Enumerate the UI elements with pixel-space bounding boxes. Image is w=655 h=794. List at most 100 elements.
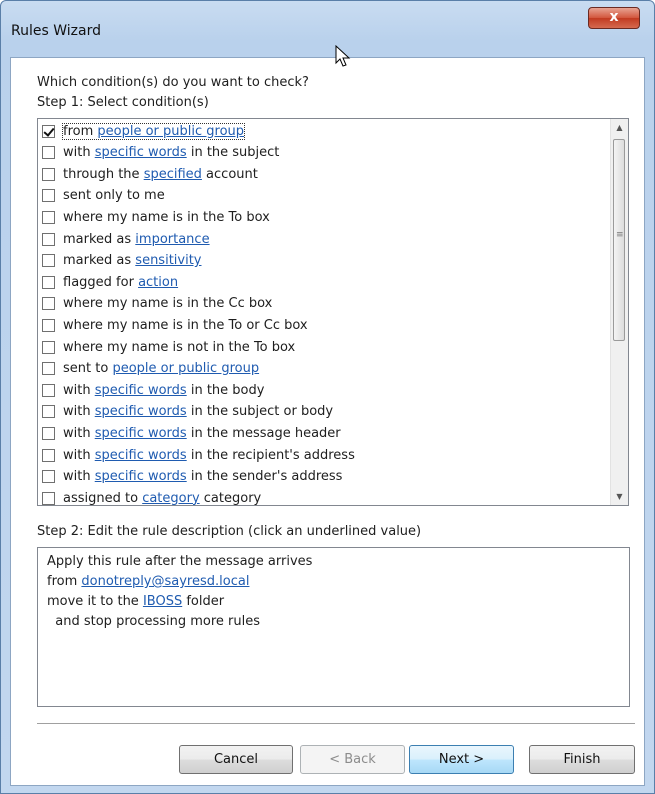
checkbox[interactable]: [42, 167, 55, 181]
finish-button[interactable]: Finish: [529, 745, 635, 774]
conditions-scrollbar[interactable]: ▲ ≡ ▼: [610, 119, 628, 505]
text-fragment: from: [63, 123, 98, 139]
description-line: move it to the IBOSS folder: [47, 592, 620, 612]
value-link[interactable]: people or public group: [97, 124, 244, 139]
text-fragment: with: [63, 447, 95, 463]
checkbox[interactable]: [42, 448, 55, 462]
checkbox[interactable]: [42, 340, 55, 354]
condition-item[interactable]: where my name is in the To box: [42, 207, 270, 227]
scrollbar-thumb[interactable]: ≡: [613, 139, 625, 341]
checkbox[interactable]: [42, 383, 55, 397]
condition-label: marked as importance: [63, 232, 210, 247]
rule-description-box: Apply this rule after the message arrive…: [37, 547, 630, 707]
checkbox[interactable]: [42, 254, 55, 268]
next-button[interactable]: Next >: [409, 745, 514, 774]
value-link[interactable]: specific words: [95, 383, 187, 398]
condition-item[interactable]: from people or public group: [42, 121, 246, 141]
step2-label: Step 2: Edit the rule description (click…: [37, 524, 422, 539]
value-link[interactable]: specific words: [95, 145, 187, 160]
value-link[interactable]: donotreply@sayresd.local: [81, 574, 249, 589]
text-fragment: in the recipient's address: [186, 447, 355, 463]
text-fragment: in the sender's address: [186, 469, 343, 485]
close-button[interactable]: x: [588, 7, 640, 29]
condition-item[interactable]: with specific words in the subject: [42, 143, 279, 163]
condition-item[interactable]: through the specified account: [42, 164, 258, 184]
description-line: and stop processing more rules: [47, 612, 620, 632]
value-link[interactable]: specified: [144, 167, 202, 182]
checkbox[interactable]: [42, 318, 55, 332]
condition-item[interactable]: with specific words in the recipient's a…: [42, 445, 355, 465]
checkbox[interactable]: [42, 470, 55, 484]
scroll-down-arrow-icon[interactable]: ▼: [611, 488, 628, 505]
text-fragment: where my name is in the Cc box: [63, 296, 273, 312]
text-fragment: marked as: [63, 231, 136, 247]
window-title: Rules Wizard: [11, 23, 101, 39]
rules-wizard-window: Rules Wizard x Which condition(s) do you…: [0, 0, 655, 794]
value-link[interactable]: people or public group: [112, 361, 259, 376]
value-link[interactable]: importance: [135, 232, 209, 247]
condition-label: where my name is not in the To box: [63, 340, 295, 355]
value-link[interactable]: action: [138, 275, 178, 290]
checkbox[interactable]: [42, 297, 55, 311]
checkbox-checked[interactable]: [42, 124, 55, 138]
condition-item[interactable]: where my name is not in the To box: [42, 337, 295, 357]
condition-item[interactable]: sent to people or public group: [42, 359, 259, 379]
checkbox[interactable]: [42, 189, 55, 203]
condition-item[interactable]: with specific words in the message heade…: [42, 423, 341, 443]
checkbox[interactable]: [42, 275, 55, 289]
condition-item[interactable]: marked as importance: [42, 229, 210, 249]
scroll-up-arrow-icon[interactable]: ▲: [611, 119, 628, 136]
checkbox[interactable]: [42, 426, 55, 440]
text-fragment: assigned to: [63, 490, 143, 506]
text-fragment: through the: [63, 166, 144, 182]
checkbox[interactable]: [42, 210, 55, 224]
checkbox[interactable]: [42, 146, 55, 160]
condition-label: marked as sensitivity: [63, 253, 202, 268]
condition-label: with specific words in the body: [63, 383, 264, 398]
condition-item[interactable]: flagged for action: [42, 272, 178, 292]
checkbox[interactable]: [42, 362, 55, 376]
checkbox[interactable]: [42, 491, 55, 505]
condition-label: where my name is in the To box: [63, 210, 270, 225]
back-button[interactable]: < Back: [300, 745, 405, 774]
conditions-list[interactable]: from people or public group with specific…: [37, 118, 629, 506]
condition-item[interactable]: assigned to category category: [42, 488, 262, 506]
condition-item[interactable]: with specific words in the sender's addr…: [42, 467, 342, 487]
text-fragment: sent to: [63, 361, 113, 377]
condition-item[interactable]: where my name is in the Cc box: [42, 294, 272, 314]
condition-item[interactable]: with specific words in the subject or bo…: [42, 402, 333, 422]
condition-item[interactable]: marked as sensitivity: [42, 251, 202, 271]
value-link[interactable]: specific words: [95, 426, 187, 441]
value-link[interactable]: specific words: [95, 469, 187, 484]
mouse-pointer-icon: [335, 45, 351, 67]
text-fragment: category: [199, 490, 262, 506]
value-link[interactable]: specific words: [95, 448, 187, 463]
cancel-button[interactable]: Cancel: [179, 745, 293, 774]
text-fragment: in the subject or body: [186, 404, 334, 420]
text-fragment: where my name is in the To or Cc box: [63, 317, 308, 333]
checkbox[interactable]: [42, 405, 55, 419]
condition-label: where my name is in the To or Cc box: [63, 318, 308, 333]
text-fragment: flagged for: [63, 274, 139, 290]
value-link[interactable]: sensitivity: [135, 253, 201, 268]
condition-item[interactable]: sent only to me: [42, 186, 165, 206]
value-link[interactable]: IBOSS: [143, 594, 182, 609]
text-fragment: in the body: [186, 382, 265, 398]
checkbox[interactable]: [42, 232, 55, 246]
condition-label: sent to people or public group: [63, 361, 259, 376]
description-line: Apply this rule after the message arrive…: [47, 552, 620, 572]
value-link[interactable]: category: [142, 491, 199, 505]
condition-label: where my name is in the Cc box: [63, 296, 272, 311]
value-link[interactable]: specific words: [95, 404, 187, 419]
text-fragment: Apply this rule after the message arrive…: [47, 554, 313, 569]
condition-label: assigned to category category: [63, 490, 262, 506]
text-fragment: from: [47, 574, 82, 589]
step1-label: Step 1: Select condition(s): [37, 95, 209, 110]
divider: [37, 723, 635, 725]
condition-item[interactable]: with specific words in the body: [42, 380, 264, 400]
condition-label: with specific words in the recipient's a…: [63, 448, 355, 463]
condition-label: with specific words in the message heade…: [63, 426, 341, 441]
condition-item[interactable]: where my name is in the To or Cc box: [42, 315, 308, 335]
text-fragment: marked as: [63, 253, 136, 269]
text-fragment: with: [63, 425, 95, 441]
